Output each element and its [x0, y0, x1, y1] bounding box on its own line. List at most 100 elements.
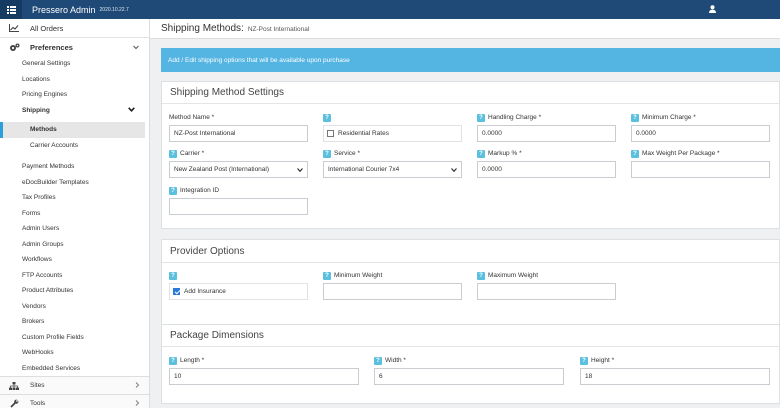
input-value: 0.0000 — [636, 130, 656, 137]
card-title: Provider Options — [162, 240, 779, 263]
minimum-charge-input[interactable]: 0.0000 — [631, 125, 770, 142]
help-icon[interactable]: ? — [580, 356, 588, 365]
checkbox-unchecked-icon[interactable] — [327, 130, 334, 137]
sidebar-item-label: FTP Accounts — [22, 271, 63, 279]
label-text: Max Weight Per Package * — [642, 150, 720, 157]
help-icon[interactable]: ? — [323, 113, 331, 122]
input-value: 18 — [585, 373, 593, 380]
sidebar-item-admin-groups[interactable]: Admin Groups — [0, 237, 149, 253]
service-select[interactable]: International Courier 7x4 — [323, 161, 462, 178]
minimum-weight-input[interactable] — [323, 283, 462, 300]
help-icon[interactable]: ? — [374, 356, 382, 365]
field-label: ? Carrier * — [169, 148, 308, 159]
app-version: 2020.10.22.7 — [99, 6, 129, 13]
integration-id-input[interactable] — [169, 198, 308, 215]
field-label: ? Integration ID — [169, 185, 308, 196]
label-text: Minimum Weight — [334, 272, 383, 279]
sidebar-item-label: Admin Groups — [22, 240, 64, 248]
max-weight-per-package-input[interactable] — [631, 161, 770, 178]
sidebar-item-sites[interactable]: Sites — [0, 376, 149, 394]
carrier-select[interactable]: New Zealand Post (International) — [169, 161, 308, 178]
sidebar-item-label: eDocBuilder Templates — [22, 178, 89, 186]
sidebar-item-ftp-accounts[interactable]: FTP Accounts — [0, 268, 149, 284]
help-icon[interactable]: ? — [631, 113, 639, 122]
sidebar-item-preferences[interactable]: Preferences — [0, 38, 149, 56]
checkbox-checked-icon[interactable] — [173, 288, 180, 295]
sidebar-item-all-orders[interactable]: All Orders — [0, 19, 149, 37]
maximum-weight-input[interactable] — [477, 283, 616, 300]
sidebar-item-label: Preferences — [30, 42, 73, 52]
sidebar-item-label: Carrier Accounts — [30, 141, 79, 149]
help-icon[interactable]: ? — [631, 149, 639, 158]
main-content: Shipping Methods: NZ-Post International … — [150, 19, 780, 408]
top-bar: Pressero Admin 2020.10.22.7 — [0, 0, 780, 19]
app-title: Pressero Admin — [32, 4, 96, 15]
sidebar: All Orders Preferences General Settings … — [0, 19, 150, 408]
sidebar-item-pricing-engines[interactable]: Pricing Engines — [0, 87, 149, 103]
label-text: Length * — [180, 357, 205, 364]
field-label: ? Service * — [323, 148, 462, 159]
hamburger-menu-button[interactable] — [0, 0, 22, 19]
sidebar-item-label: Payment Methods — [22, 163, 75, 171]
sidebar-item-forms[interactable]: Forms — [0, 206, 149, 222]
minimum-charge-field: ? Minimum Charge * 0.0000 — [631, 112, 770, 142]
sidebar-item-carrier-accounts[interactable]: Carrier Accounts — [0, 138, 149, 154]
help-icon[interactable]: ? — [477, 149, 485, 158]
sidebar-item-workflows[interactable]: Workflows — [0, 252, 149, 268]
help-icon[interactable]: ? — [169, 356, 177, 365]
residential-rates-checkbox[interactable]: Residential Rates — [323, 125, 462, 142]
service-field: ? Service * International Courier 7x4 — [323, 148, 462, 178]
sidebar-item-general-settings[interactable]: General Settings — [0, 56, 149, 72]
help-icon[interactable]: ? — [477, 113, 485, 122]
help-icon[interactable]: ? — [323, 271, 331, 280]
sidebar-item-vendors[interactable]: Vendors — [0, 299, 149, 315]
field-label: ? Minimum Charge * — [631, 112, 770, 123]
chevron-right-icon — [135, 382, 140, 390]
provider-options-card: Provider Options ? Add Insurance ? Minimu… — [161, 239, 780, 331]
sidebar-item-locations[interactable]: Locations — [0, 72, 149, 88]
input-value: 0.0000 — [482, 130, 502, 137]
help-icon[interactable]: ? — [169, 149, 177, 158]
wrench-icon — [8, 399, 20, 408]
input-value: 10 — [174, 373, 182, 380]
sidebar-item-webhooks[interactable]: WebHooks — [0, 345, 149, 361]
height-input[interactable]: 18 — [580, 368, 770, 385]
user-icon — [709, 5, 716, 13]
gears-icon — [8, 43, 20, 52]
length-input[interactable]: 10 — [169, 368, 359, 385]
user-menu-button[interactable] — [709, 5, 716, 15]
sidebar-item-brokers[interactable]: Brokers — [0, 314, 149, 330]
add-insurance-checkbox[interactable]: Add Insurance — [169, 283, 308, 300]
width-field: ? Width * 6 — [374, 355, 564, 385]
sidebar-item-custom-profile-fields[interactable]: Custom Profile Fields — [0, 330, 149, 346]
method-name-field: Method Name * NZ-Post International — [169, 112, 308, 142]
sidebar-item-tools[interactable]: Tools — [0, 394, 149, 408]
sidebar-item-edocbuilder-templates[interactable]: eDocBuilder Templates — [0, 175, 149, 191]
checkbox-label: Residential Rates — [338, 130, 389, 137]
help-icon[interactable]: ? — [169, 186, 177, 195]
chevron-right-icon — [135, 400, 140, 408]
sidebar-item-payment-methods[interactable]: Payment Methods — [0, 159, 149, 175]
field-label: ? Height * — [580, 355, 770, 366]
label-text: Maximum Weight — [488, 272, 539, 279]
sidebar-item-admin-users[interactable]: Admin Users — [0, 221, 149, 237]
help-icon[interactable]: ? — [477, 271, 485, 280]
sidebar-item-label: Tax Profiles — [22, 194, 56, 202]
sidebar-item-product-attributes[interactable]: Product Attributes — [0, 283, 149, 299]
sidebar-item-embedded-services[interactable]: Embedded Services — [0, 361, 149, 377]
width-input[interactable]: 6 — [374, 368, 564, 385]
label-text: Integration ID — [180, 187, 220, 194]
sidebar-item-methods[interactable]: Methods — [0, 122, 145, 138]
method-name-input[interactable]: NZ-Post International — [169, 125, 308, 142]
help-icon[interactable]: ? — [169, 271, 177, 280]
sidebar-item-label: Forms — [22, 209, 41, 217]
carrier-field: ? Carrier * New Zealand Post (Internation… — [169, 148, 308, 178]
shipping-method-settings-card: Shipping Method Settings Method Name * N… — [161, 81, 780, 229]
sidebar-item-label: Locations — [22, 75, 50, 83]
help-icon[interactable]: ? — [323, 149, 331, 158]
chevron-down-icon — [451, 167, 457, 172]
handling-charge-input[interactable]: 0.0000 — [477, 125, 616, 142]
markup-input[interactable]: 0.0000 — [477, 161, 616, 178]
sidebar-item-tax-profiles[interactable]: Tax Profiles — [0, 190, 149, 206]
sidebar-item-shipping[interactable]: Shipping — [0, 103, 149, 119]
